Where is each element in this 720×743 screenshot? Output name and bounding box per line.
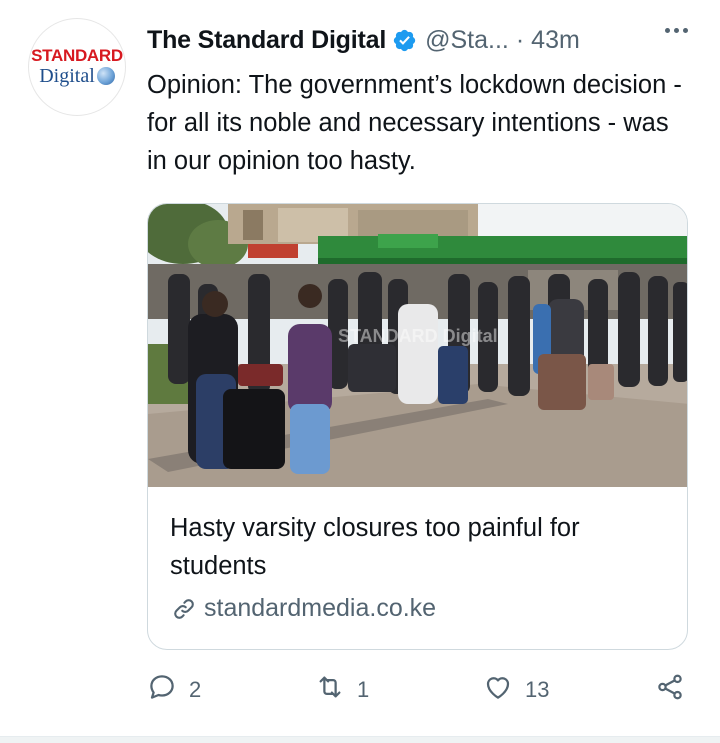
retweet-button[interactable]: 1 xyxy=(315,672,369,708)
avatar-brand-word: Digital xyxy=(39,65,95,87)
avatar-brand-bottom: Digital xyxy=(39,65,115,87)
tweet-header: The Standard Digital @Sta... · 43m xyxy=(147,22,700,58)
share-icon xyxy=(655,672,685,708)
reply-icon xyxy=(147,672,177,708)
card-domain: standardmedia.co.ke xyxy=(204,594,437,622)
like-count: 13 xyxy=(525,677,550,702)
display-name[interactable]: The Standard Digital xyxy=(147,26,386,55)
verified-badge-icon xyxy=(392,28,417,53)
avatar[interactable]: STANDARD Digital xyxy=(28,18,126,116)
image-watermark: STANDARD Digital xyxy=(338,326,498,346)
retweet-count: 1 xyxy=(357,677,370,702)
reply-button[interactable]: 2 xyxy=(147,672,201,708)
globe-icon xyxy=(96,67,115,85)
card-title[interactable]: Hasty varsity closures too painful for s… xyxy=(170,509,670,585)
link-card[interactable]: STANDARD Digital Hasty varsity closures … xyxy=(147,203,688,650)
retweet-icon xyxy=(315,672,345,708)
action-bar: 2 1 13 xyxy=(147,672,692,712)
reply-count: 2 xyxy=(189,677,202,702)
more-icon[interactable] xyxy=(665,28,688,33)
avatar-brand-top: STANDARD xyxy=(31,46,123,65)
card-image[interactable]: STANDARD Digital xyxy=(148,204,687,487)
share-button[interactable] xyxy=(655,672,685,708)
like-icon xyxy=(483,672,513,708)
bottom-divider xyxy=(0,736,720,743)
card-link[interactable]: standardmedia.co.ke xyxy=(170,594,436,623)
link-icon xyxy=(170,595,198,623)
separator-dot: · xyxy=(515,25,525,54)
handle[interactable]: @Sta... xyxy=(425,26,509,55)
like-button[interactable]: 13 xyxy=(483,672,549,708)
tweet-text: Opinion: The government’s lockdown decis… xyxy=(147,71,682,175)
timestamp[interactable]: 43m xyxy=(531,26,580,55)
